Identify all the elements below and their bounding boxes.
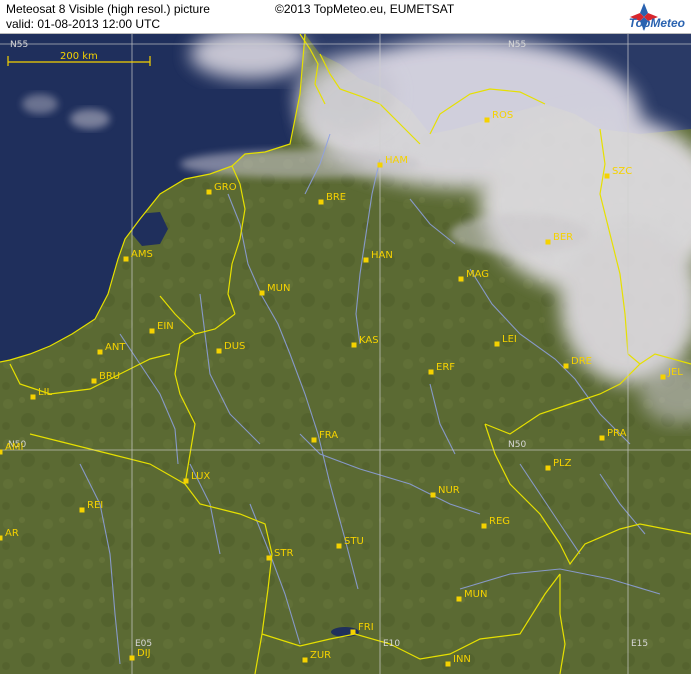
city-label: BRE <box>326 192 346 203</box>
satellite-map: N55 N55 N50 N50 E05 E10 E15 200 km ROS HA… <box>0 34 691 674</box>
city-label: AMS <box>131 249 153 260</box>
city-dot <box>318 199 324 205</box>
scale-label: 200 km <box>60 51 98 62</box>
map-canvas: N55 N55 N50 N50 E05 E10 E15 200 km ROSHA… <box>0 34 691 674</box>
city-dot <box>456 596 462 602</box>
city-label: ERF <box>436 362 455 373</box>
city-label: PRA <box>607 428 627 439</box>
city-label: FRA <box>319 430 338 441</box>
city-dot <box>351 342 357 348</box>
city-dot <box>302 657 308 663</box>
city-dot <box>377 162 383 168</box>
city-label: HAN <box>371 250 393 261</box>
city-label: BRU <box>99 371 120 382</box>
city-dot <box>494 341 500 347</box>
city-label: AMI <box>5 442 23 453</box>
city-label: GRO <box>214 182 237 193</box>
city-label: LUX <box>191 471 210 482</box>
map-header: Meteosat 8 Visible (high resol.) picture… <box>0 0 691 34</box>
city-label: BER <box>553 232 573 243</box>
city-label: NUR <box>438 485 460 496</box>
city-label: LEI <box>502 334 517 345</box>
city-dot <box>363 257 369 263</box>
city-dot <box>266 555 272 561</box>
map-title: Meteosat 8 Visible (high resol.) picture <box>6 2 210 16</box>
city-label: KAS <box>359 335 379 346</box>
city-dot <box>428 369 434 375</box>
city-label: DRE <box>571 356 592 367</box>
city-dot <box>206 189 212 195</box>
city-label: DUS <box>224 341 245 352</box>
lon-label: E15 <box>631 639 648 649</box>
lat-label: N55 <box>508 40 526 50</box>
city-label: MAG <box>466 269 489 280</box>
city-dot <box>430 492 436 498</box>
city-label: FRI <box>358 622 374 633</box>
city-label: ZUR <box>310 650 331 661</box>
topmeteo-logo[interactable]: TopMeteo <box>603 2 687 32</box>
city-dot <box>660 374 666 380</box>
city-dot <box>458 276 464 282</box>
city-dot <box>79 507 85 513</box>
city-label: LIL <box>38 387 53 398</box>
city-dot <box>183 478 189 484</box>
city-label: ROS <box>492 110 513 121</box>
city-dot <box>97 349 103 355</box>
city-dot <box>0 449 3 455</box>
city-label: REI <box>87 500 103 511</box>
city-dot <box>545 239 551 245</box>
city-label: STR <box>274 548 293 559</box>
city-dot <box>259 290 265 296</box>
city-dot <box>149 328 155 334</box>
city-dot <box>484 117 490 123</box>
city-dot <box>336 543 342 549</box>
city-dot <box>545 465 551 471</box>
city-dot <box>311 437 317 443</box>
city-dot <box>599 435 605 441</box>
lon-label: E10 <box>383 639 400 649</box>
city-dot <box>0 535 3 541</box>
city-dot <box>216 348 222 354</box>
city-label: EIN <box>157 321 174 332</box>
city-label: MUN <box>464 589 487 600</box>
city-label: HAM <box>385 155 408 166</box>
city-label: AR <box>5 528 19 539</box>
city-label: REG <box>489 516 510 527</box>
city-dot <box>481 523 487 529</box>
city-label: STU <box>344 536 364 547</box>
city-label: JEL <box>667 367 683 378</box>
city-dot <box>563 363 569 369</box>
city-dot <box>91 378 97 384</box>
city-dot <box>129 655 135 661</box>
valid-time: valid: 01-08-2013 12:00 UTC <box>6 17 161 31</box>
city-label: INN <box>453 654 471 665</box>
lat-label: N55 <box>10 40 28 50</box>
weather-map-page: Meteosat 8 Visible (high resol.) picture… <box>0 0 691 674</box>
city-dot <box>604 173 610 179</box>
copyright-text: ©2013 TopMeteo.eu, EUMETSAT <box>275 2 455 16</box>
city-label: PLZ <box>553 458 572 469</box>
city-dot <box>350 629 356 635</box>
city-label: ANT <box>105 342 126 353</box>
city-label: MUN <box>267 283 290 294</box>
city-dot <box>123 256 129 262</box>
city-dot <box>30 394 36 400</box>
city-dot <box>445 661 451 667</box>
city-label: SZC <box>612 166 632 177</box>
lat-label: N50 <box>508 440 526 450</box>
city-label: DIJ <box>137 648 151 659</box>
logo-text: TopMeteo <box>628 16 685 30</box>
